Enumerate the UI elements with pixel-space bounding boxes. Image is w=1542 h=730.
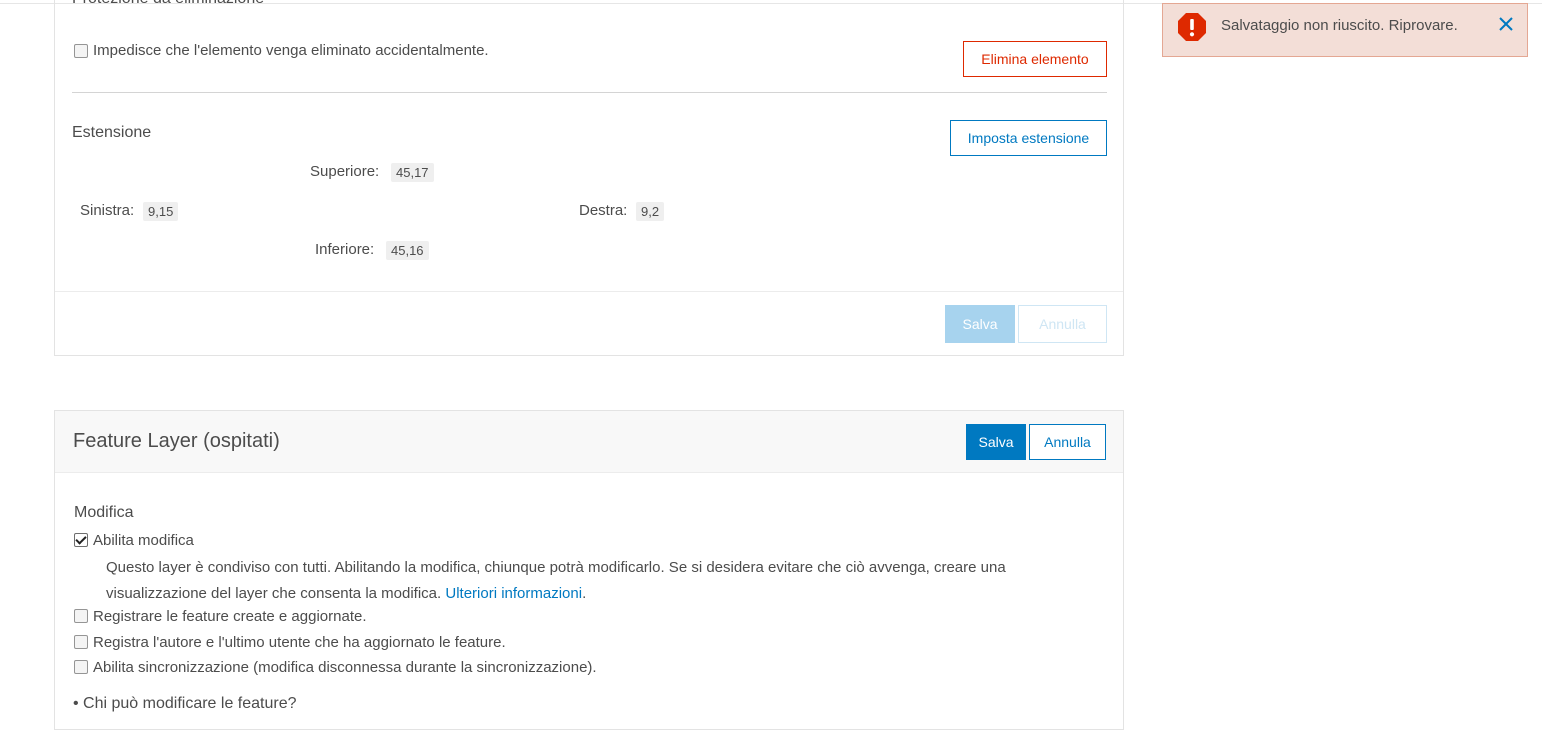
- editing-description-line2: visualizzazione del layer che consenta l…: [106, 585, 442, 602]
- track-edits-checkbox[interactable]: [74, 609, 88, 623]
- card-footer-divider: [55, 291, 1123, 292]
- delete-protection-checkbox[interactable]: [74, 44, 88, 58]
- track-editor-label: Registra l'autore e l'ultimo utente che …: [93, 634, 506, 651]
- extent-bottom-label: Inferiore:: [315, 241, 375, 258]
- feature-layer-save-button[interactable]: Salva: [966, 424, 1026, 460]
- more-info-link[interactable]: Ulteriori informazioni: [445, 585, 582, 602]
- section-divider: [72, 92, 1107, 93]
- extent-right-value: 9,2: [636, 202, 665, 221]
- feature-layer-cancel-button[interactable]: Annulla: [1029, 424, 1106, 460]
- who-can-edit-heading: • Chi può modificare le feature?: [73, 695, 297, 712]
- extent-right-label: Destra:: [579, 202, 628, 219]
- editing-description-line2-wrap: visualizzazione del layer che consenta l…: [106, 585, 586, 602]
- extent-top-label: Superiore:: [310, 163, 380, 180]
- save-button-disabled[interactable]: Salva: [945, 305, 1015, 343]
- set-extent-button[interactable]: Imposta estensione: [950, 120, 1107, 156]
- enable-editing-label: Abilita modifica: [93, 532, 194, 549]
- cancel-button-disabled[interactable]: Annulla: [1018, 305, 1107, 343]
- close-icon[interactable]: [1496, 14, 1516, 34]
- error-exclamation-icon: [1178, 13, 1206, 41]
- enable-sync-label: Abilita sincronizzazione (modifica disco…: [93, 659, 597, 676]
- description-end: .: [582, 585, 587, 602]
- editing-description-line1: Questo layer è condiviso con tutti. Abil…: [106, 559, 1006, 576]
- delete-protection-label: Impedisce che l'elemento venga eliminato…: [93, 42, 489, 59]
- error-toast-message: Salvataggio non riuscito. Riprovare.: [1221, 17, 1458, 34]
- delete-item-button[interactable]: Elimina elemento: [963, 41, 1107, 77]
- delete-protection-title: Protezione da eliminazione: [72, 0, 264, 8]
- editing-title: Modifica: [74, 504, 134, 521]
- extent-title: Estensione: [72, 124, 152, 141]
- extent-left-value: 9,15: [143, 202, 179, 221]
- extent-top-value: 45,17: [391, 163, 434, 182]
- enable-editing-checkbox[interactable]: [74, 533, 88, 547]
- enable-sync-checkbox[interactable]: [74, 660, 88, 674]
- extent-bottom-value: 45,16: [386, 241, 429, 260]
- track-edits-label: Registrare le feature create e aggiornat…: [93, 608, 367, 625]
- track-editor-checkbox[interactable]: [74, 635, 88, 649]
- feature-layer-title: Feature Layer (ospitati): [73, 430, 280, 452]
- extent-left-label: Sinistra:: [80, 202, 135, 219]
